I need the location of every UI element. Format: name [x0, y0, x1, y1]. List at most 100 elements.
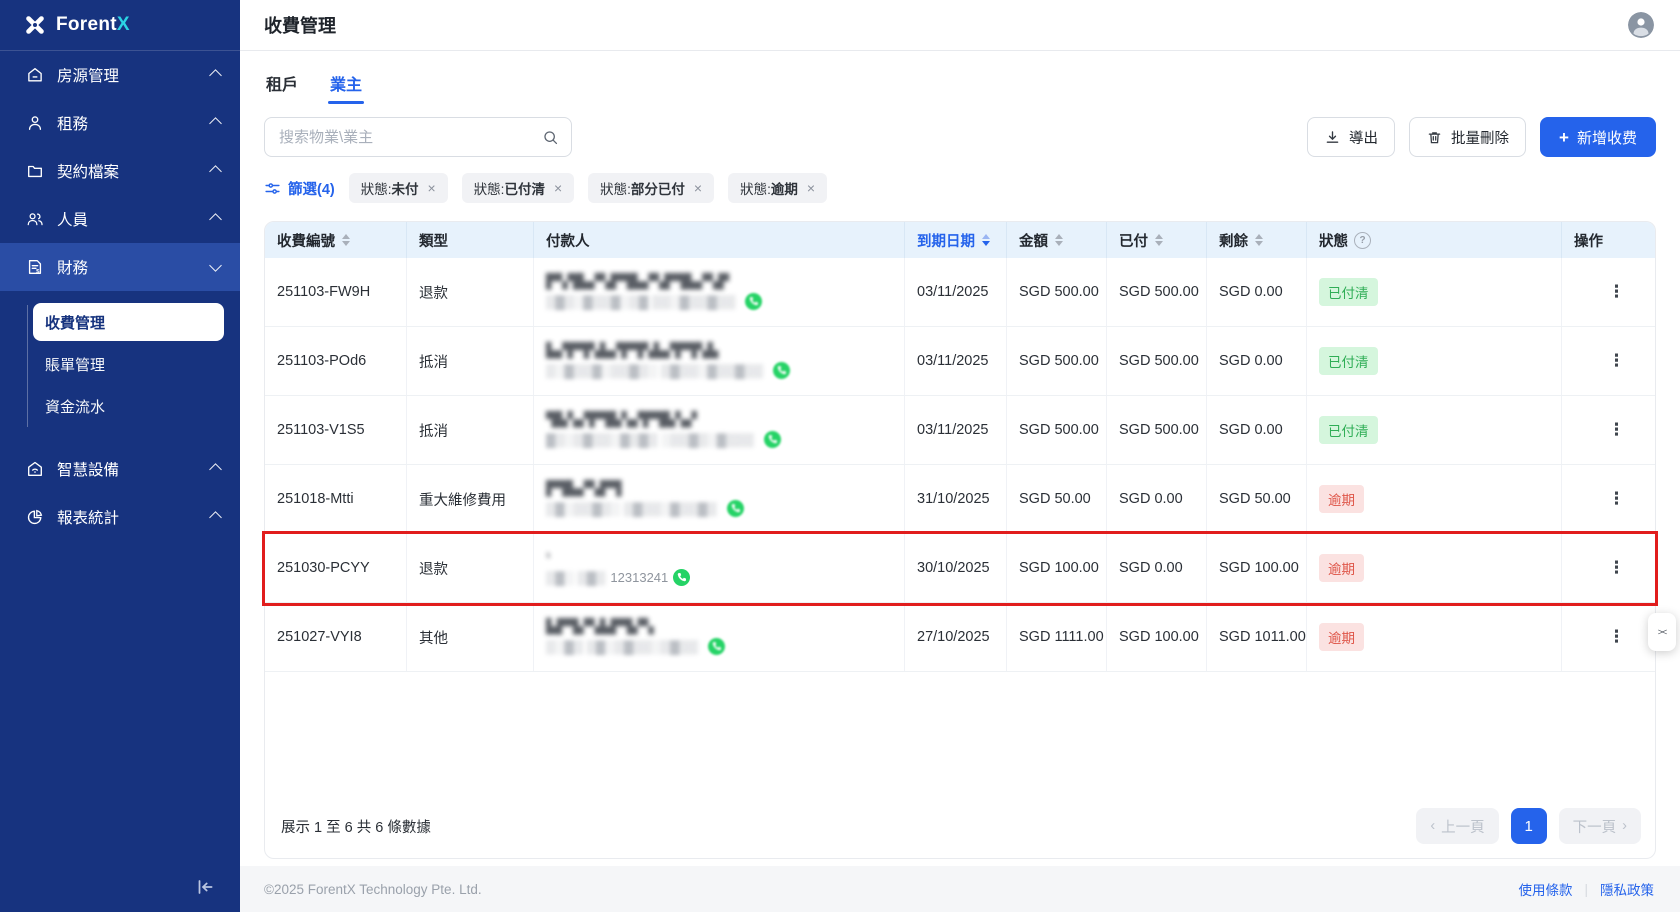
- column-header-type: 類型: [407, 222, 534, 258]
- search-input[interactable]: [277, 128, 542, 147]
- status-badge: 逾期: [1319, 554, 1364, 582]
- charge-id: 251103-V1S5: [265, 396, 407, 464]
- due-date: 27/10/2025: [905, 603, 1007, 671]
- sidebar-item-reports[interactable]: 報表統計: [0, 493, 240, 541]
- add-charge-button[interactable]: + 新增收费: [1540, 117, 1656, 157]
- amount: SGD 1111.00: [1007, 603, 1107, 671]
- next-page-button[interactable]: 下一頁›: [1559, 808, 1641, 844]
- whatsapp-icon[interactable]: [708, 638, 725, 655]
- privacy-link[interactable]: 隱私政策: [1600, 879, 1654, 899]
- filter-chip: 狀態:未付 ×: [349, 173, 448, 203]
- sidebar-subitem-2[interactable]: 資金流水: [33, 387, 224, 425]
- chevron-icon: [209, 165, 222, 178]
- page-title: 收費管理: [264, 12, 336, 38]
- export-button[interactable]: 導出: [1307, 117, 1395, 157]
- payer-cell: ▙▛▜▞▚▙▛▜▞▚ ▒░▓▒ ▒▓░▒▓▒▒░▒▓▒▒: [534, 603, 905, 671]
- brand-x: X: [117, 14, 130, 35]
- toolbar: 導出 批量刪除 + 新增收费: [264, 117, 1656, 157]
- table-row[interactable]: 251103-FW9H 退款 ▛▚▜▙▞▚▛▜▙▞▚▛▜▙▞▚▛ ▒▓▒░▓▒▒…: [265, 258, 1655, 327]
- whatsapp-icon[interactable]: [727, 500, 744, 517]
- table-row[interactable]: 251018-Mtti 重大維修費用 ▛▜▙▞▚▛▜ ▒▓░▒▒▓▒░ ▒▓▒▒…: [265, 465, 1655, 534]
- sort-icon[interactable]: [1055, 234, 1063, 246]
- column-header-id[interactable]: 收費編號: [265, 222, 407, 258]
- column-header-paid[interactable]: 已付: [1107, 222, 1207, 258]
- row-menu-icon[interactable]: ⋮: [1600, 554, 1633, 582]
- collapse-handle-icon[interactable]: ><: [1648, 613, 1676, 651]
- prev-page-button[interactable]: ‹上一頁: [1416, 808, 1498, 844]
- current-page-button[interactable]: 1: [1511, 808, 1547, 844]
- row-menu-icon[interactable]: ⋮: [1600, 485, 1633, 513]
- charge-id: 251018-Mtti: [265, 465, 407, 533]
- search-icon[interactable]: [542, 129, 559, 146]
- chevron-icon: [209, 117, 222, 130]
- charge-id: 251030-PCYY: [265, 534, 407, 602]
- brand-logo-icon: [24, 14, 46, 36]
- column-header-status: 狀態 ?: [1307, 222, 1562, 258]
- copyright: ©2025 ForentX Technology Pte. Ltd.: [264, 882, 482, 897]
- column-header-amount[interactable]: 金額: [1007, 222, 1107, 258]
- filter-button[interactable]: 篩選(4): [264, 178, 335, 199]
- whatsapp-icon[interactable]: [745, 293, 762, 310]
- payer-name-redacted: ¹: [546, 550, 551, 565]
- batch-delete-button[interactable]: 批量刪除: [1409, 117, 1526, 157]
- row-menu-icon[interactable]: ⋮: [1600, 278, 1633, 306]
- column-header-remain[interactable]: 剩餘: [1207, 222, 1307, 258]
- row-menu-icon[interactable]: ⋮: [1600, 416, 1633, 444]
- sort-icon[interactable]: [1155, 234, 1163, 246]
- svg-text:$: $: [36, 269, 40, 275]
- payer-name-redacted: ▛▜▙▞▚▛▜: [546, 481, 621, 496]
- status-badge: 已付清: [1319, 347, 1378, 375]
- trash-icon: [1426, 129, 1443, 146]
- remove-chip-icon[interactable]: ×: [428, 180, 436, 196]
- sidebar-collapse-button[interactable]: [194, 876, 216, 898]
- column-header-due[interactable]: 到期日期: [905, 222, 1007, 258]
- tab-owner[interactable]: 業主: [328, 71, 364, 95]
- sidebar-item-contracts[interactable]: 契約檔案: [0, 147, 240, 195]
- remove-chip-icon[interactable]: ×: [807, 180, 815, 196]
- whatsapp-icon[interactable]: [764, 431, 781, 448]
- payer-cell: ▛▚▜▙▞▚▛▜▙▞▚▛▜▙▞▚▛ ▒▓▒░▓▒▒▓░▒▓ ▒▒░▓▒▒▓▒▒: [534, 258, 905, 326]
- sidebar-subitem-1[interactable]: 賬單管理: [33, 345, 224, 383]
- people-icon: [26, 210, 44, 228]
- column-header-payer: 付款人: [534, 222, 905, 258]
- tab-tenant[interactable]: 租戶: [264, 71, 300, 95]
- sidebar-item-personnel[interactable]: 人員: [0, 195, 240, 243]
- due-date: 03/11/2025: [905, 327, 1007, 395]
- remove-chip-icon[interactable]: ×: [694, 180, 702, 196]
- sidebar-item-finance[interactable]: $ 財務: [0, 243, 240, 291]
- prev-icon: ‹: [1430, 818, 1435, 834]
- row-menu-icon[interactable]: ⋮: [1600, 347, 1633, 375]
- sidebar-item-devices[interactable]: 智慧設備: [0, 445, 240, 493]
- table-row[interactable]: 251103-V1S5 抵消 ▜▙▚▞▛▜▙▚▞▛▜▙▚▞ ▓▒░▒▓▒▒░▓▒…: [265, 396, 1655, 465]
- whatsapp-icon[interactable]: [673, 569, 690, 586]
- terms-link[interactable]: 使用條款: [1518, 879, 1572, 899]
- payer-name-redacted: ▛▚▜▙▞▚▛▜▙▞▚▛▜▙▞▚▛: [546, 274, 729, 289]
- sidebar-item-housing[interactable]: 房源管理: [0, 51, 240, 99]
- table-row[interactable]: 251027-VYI8 其他 ▙▛▜▞▚▙▛▜▞▚ ▒░▓▒ ▒▓░▒▓▒▒░▒…: [265, 603, 1655, 672]
- due-date: 03/11/2025: [905, 258, 1007, 326]
- table-row[interactable]: 251030-PCYY 退款 ¹ ▒▓░ ▒▓▒ 12313241 30/10/…: [265, 534, 1655, 603]
- user-avatar[interactable]: [1628, 12, 1654, 38]
- chevron-icon: [209, 213, 222, 226]
- paid-amount: SGD 500.00: [1107, 258, 1207, 326]
- sidebar-item-leasing[interactable]: 租務: [0, 99, 240, 147]
- action-cell: ⋮: [1562, 534, 1658, 602]
- row-menu-icon[interactable]: ⋮: [1600, 623, 1633, 651]
- home-icon: [26, 66, 44, 84]
- help-icon[interactable]: ?: [1354, 232, 1371, 249]
- sort-icon[interactable]: [342, 234, 350, 246]
- amount: SGD 50.00: [1007, 465, 1107, 533]
- action-cell: ⋮: [1562, 465, 1658, 533]
- remaining-amount: SGD 1011.00: [1207, 603, 1307, 671]
- sort-icon[interactable]: [982, 234, 990, 246]
- paid-amount: SGD 0.00: [1107, 534, 1207, 602]
- payer-name-redacted: ▜▙▚▞▛▜▙▚▞▛▜▙▚▞: [546, 412, 697, 427]
- table-row[interactable]: 251103-POd6 抵消 ▙▞▛▜▚▙▞▛▜▚▙▞▛▜▚▙ ▒░▓▒▒▓░▒…: [265, 327, 1655, 396]
- sort-icon[interactable]: [1255, 234, 1263, 246]
- payer-contact-redacted: ▒▓░▒▒▓▒░ ▒▓▒▒░▓▒▒▓▒: [546, 501, 717, 516]
- whatsapp-icon[interactable]: [773, 362, 790, 379]
- finance-submenu: 收費管理賬單管理資金流水: [0, 291, 240, 445]
- smart-device-icon: [26, 460, 44, 478]
- remove-chip-icon[interactable]: ×: [554, 180, 562, 196]
- sidebar-subitem-0[interactable]: 收費管理: [33, 303, 224, 341]
